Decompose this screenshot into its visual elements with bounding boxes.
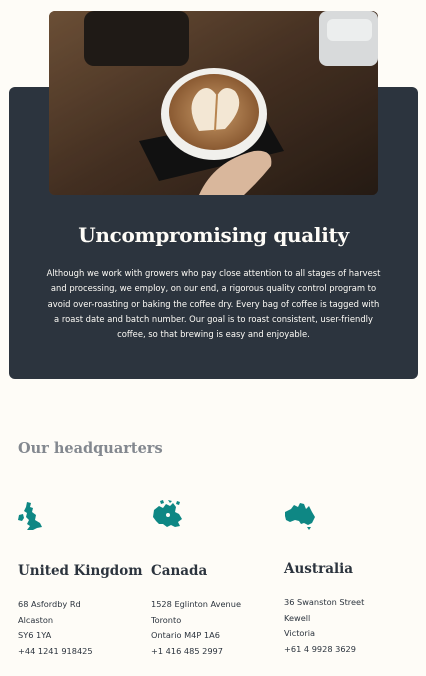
address-line: Ontario M4P 1A6 bbox=[151, 630, 220, 641]
quality-description: Although we work with growers who pay cl… bbox=[46, 268, 381, 340]
location-country: Canada bbox=[151, 563, 208, 579]
address-line: 68 Asfordby Rd bbox=[18, 599, 81, 609]
quality-title: Uncompromising quality bbox=[78, 223, 349, 247]
address-line: Kewell bbox=[284, 612, 311, 623]
phone-number: +1 416 485 2997 bbox=[151, 645, 223, 656]
address-line: 1528 Eglinton Avenue bbox=[151, 599, 241, 609]
address-line: Victoria bbox=[284, 628, 316, 639]
address-line: SY6 1YA bbox=[18, 630, 52, 641]
canada-map-icon bbox=[151, 500, 183, 534]
headquarters-heading: Our headquarters bbox=[18, 440, 163, 457]
location-address: 68 Asfordby Rd Alcaston SY6 1YA +44 1241… bbox=[18, 597, 93, 659]
location-address: 36 Swanston Street Kewell Victoria +61 4… bbox=[284, 595, 364, 657]
location-country: United Kingdom bbox=[18, 563, 143, 579]
location-address: 1528 Eglinton Avenue Toronto Ontario M4P… bbox=[151, 597, 241, 659]
uk-map-icon bbox=[18, 501, 44, 535]
address-line: 36 Swanston Street bbox=[284, 597, 365, 607]
latte-photo bbox=[49, 11, 378, 195]
phone-number: +61 4 9928 3629 bbox=[284, 643, 356, 654]
location-country: Australia bbox=[284, 561, 353, 577]
australia-map-icon bbox=[284, 502, 316, 534]
address-line: Toronto bbox=[151, 614, 182, 625]
address-line: Alcaston bbox=[18, 614, 54, 625]
phone-number: +44 1241 918425 bbox=[18, 645, 93, 656]
